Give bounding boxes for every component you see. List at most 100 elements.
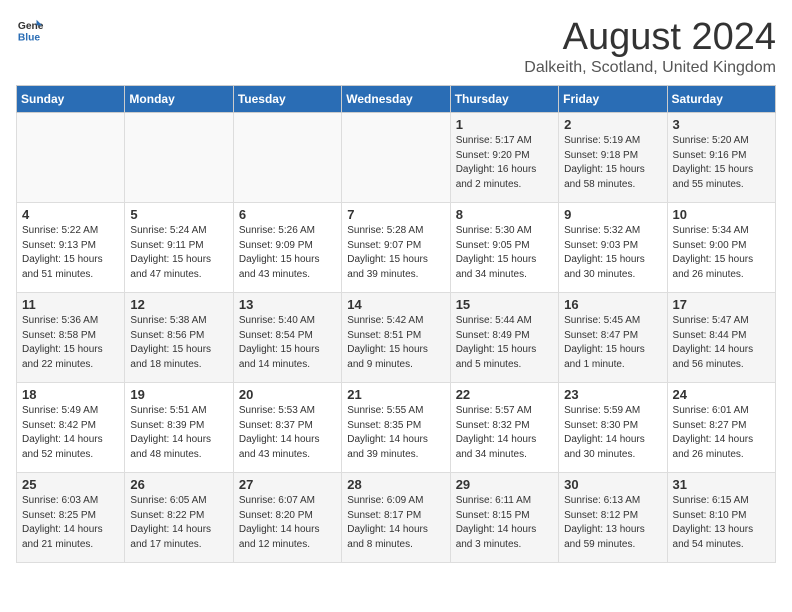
calendar-cell: 1Sunrise: 5:17 AM Sunset: 9:20 PM Daylig… — [450, 113, 558, 203]
calendar-cell — [342, 113, 450, 203]
day-info: Sunrise: 6:13 AM Sunset: 8:12 PM Dayligh… — [564, 494, 661, 552]
header: General Blue August 2024 Dalkeith, Scotl… — [16, 16, 776, 77]
day-info: Sunrise: 6:11 AM Sunset: 8:15 PM Dayligh… — [456, 494, 553, 552]
day-info: Sunrise: 5:34 AM Sunset: 9:00 PM Dayligh… — [673, 224, 770, 282]
calendar-cell: 30 Sunrise: 6:13 AM Sunset: 8:12 PM Dayli… — [559, 473, 667, 563]
weekday-header-saturday: Saturday — [667, 86, 775, 113]
weekday-header-thursday: Thursday — [450, 86, 558, 113]
weekday-header-monday: Monday — [125, 86, 233, 113]
day-info: Sunrise: 5:55 AM Sunset: 8:35 PM Dayligh… — [347, 404, 444, 462]
calendar-cell: 24 Sunrise: 6:01 AM Sunset: 8:27 PM Dayli… — [667, 383, 775, 473]
calendar-cell: 19 Sunrise: 5:51 AM Sunset: 8:39 PM Dayli… — [125, 383, 233, 473]
calendar-cell: 25Sunrise: 6:03 AM Sunset: 8:25 PM Dayli… — [17, 473, 125, 563]
calendar-cell: 26 Sunrise: 6:05 AM Sunset: 8:22 PM Dayli… — [125, 473, 233, 563]
calendar-cell: 15 Sunrise: 5:44 AM Sunset: 8:49 PM Dayli… — [450, 293, 558, 383]
day-info: Sunrise: 5:57 AM Sunset: 8:32 PM Dayligh… — [456, 404, 553, 462]
svg-text:Blue: Blue — [18, 32, 41, 43]
day-info: Sunrise: 6:01 AM Sunset: 8:27 PM Dayligh… — [673, 404, 770, 462]
weekday-header-wednesday: Wednesday — [342, 86, 450, 113]
day-number: 8 — [456, 207, 553, 222]
day-number: 5 — [130, 207, 227, 222]
day-number: 26 — [130, 477, 227, 492]
day-number: 6 — [239, 207, 336, 222]
logo: General Blue — [16, 16, 44, 44]
day-info: Sunrise: 5:38 AM Sunset: 8:56 PM Dayligh… — [130, 314, 227, 372]
week-row-4: 18Sunrise: 5:49 AM Sunset: 8:42 PM Dayli… — [17, 383, 776, 473]
day-info: Sunrise: 5:19 AM Sunset: 9:18 PM Dayligh… — [564, 134, 661, 192]
calendar-cell: 14Sunrise: 5:42 AM Sunset: 8:51 PM Dayli… — [342, 293, 450, 383]
calendar-cell: 6 Sunrise: 5:26 AM Sunset: 9:09 PM Daylig… — [233, 203, 341, 293]
day-number: 24 — [673, 387, 770, 402]
day-number: 3 — [673, 117, 770, 132]
day-number: 19 — [130, 387, 227, 402]
svg-text:General: General — [18, 21, 44, 32]
day-number: 30 — [564, 477, 661, 492]
weekday-header-row: SundayMondayTuesdayWednesdayThursdayFrid… — [17, 86, 776, 113]
day-info: Sunrise: 5:32 AM Sunset: 9:03 PM Dayligh… — [564, 224, 661, 282]
day-info: Sunrise: 5:24 AM Sunset: 9:11 PM Dayligh… — [130, 224, 227, 282]
calendar-cell: 10 Sunrise: 5:34 AM Sunset: 9:00 PM Dayli… — [667, 203, 775, 293]
title-area: August 2024 Dalkeith, Scotland, United K… — [524, 16, 776, 77]
calendar-cell — [125, 113, 233, 203]
day-number: 10 — [673, 207, 770, 222]
calendar-cell: 20Sunrise: 5:53 AM Sunset: 8:37 PM Dayli… — [233, 383, 341, 473]
calendar-cell: 9 Sunrise: 5:32 AM Sunset: 9:03 PM Daylig… — [559, 203, 667, 293]
day-number: 18 — [22, 387, 119, 402]
day-info: Sunrise: 6:09 AM Sunset: 8:17 PM Dayligh… — [347, 494, 444, 552]
day-number: 15 — [456, 297, 553, 312]
day-info: Sunrise: 5:44 AM Sunset: 8:49 PM Dayligh… — [456, 314, 553, 372]
calendar-cell: 17 Sunrise: 5:47 AM Sunset: 8:44 PM Dayli… — [667, 293, 775, 383]
weekday-header-sunday: Sunday — [17, 86, 125, 113]
calendar-cell: 13 Sunrise: 5:40 AM Sunset: 8:54 PM Dayli… — [233, 293, 341, 383]
day-info: Sunrise: 5:45 AM Sunset: 8:47 PM Dayligh… — [564, 314, 661, 372]
day-info: Sunrise: 5:59 AM Sunset: 8:30 PM Dayligh… — [564, 404, 661, 462]
day-number: 27 — [239, 477, 336, 492]
calendar-cell: 22 Sunrise: 5:57 AM Sunset: 8:32 PM Dayli… — [450, 383, 558, 473]
week-row-2: 4Sunrise: 5:22 AM Sunset: 9:13 PM Daylig… — [17, 203, 776, 293]
week-row-3: 11Sunrise: 5:36 AM Sunset: 8:58 PM Dayli… — [17, 293, 776, 383]
day-number: 31 — [673, 477, 770, 492]
day-info: Sunrise: 5:17 AM Sunset: 9:20 PM Dayligh… — [456, 134, 553, 192]
day-info: Sunrise: 5:47 AM Sunset: 8:44 PM Dayligh… — [673, 314, 770, 372]
location-title: Dalkeith, Scotland, United Kingdom — [524, 59, 776, 77]
day-info: Sunrise: 6:15 AM Sunset: 8:10 PM Dayligh… — [673, 494, 770, 552]
day-number: 13 — [239, 297, 336, 312]
day-info: Sunrise: 6:07 AM Sunset: 8:20 PM Dayligh… — [239, 494, 336, 552]
day-number: 9 — [564, 207, 661, 222]
calendar-cell: 28 Sunrise: 6:09 AM Sunset: 8:17 PM Dayli… — [342, 473, 450, 563]
calendar-cell: 3Sunrise: 5:20 AM Sunset: 9:16 PM Daylig… — [667, 113, 775, 203]
calendar-cell: 11Sunrise: 5:36 AM Sunset: 8:58 PM Dayli… — [17, 293, 125, 383]
calendar-cell: 16Sunrise: 5:45 AM Sunset: 8:47 PM Dayli… — [559, 293, 667, 383]
day-info: Sunrise: 5:30 AM Sunset: 9:05 PM Dayligh… — [456, 224, 553, 282]
calendar-cell: 2 Sunrise: 5:19 AM Sunset: 9:18 PM Daylig… — [559, 113, 667, 203]
calendar-cell: 21 Sunrise: 5:55 AM Sunset: 8:35 PM Dayli… — [342, 383, 450, 473]
day-info: Sunrise: 5:26 AM Sunset: 9:09 PM Dayligh… — [239, 224, 336, 282]
day-number: 2 — [564, 117, 661, 132]
weekday-header-tuesday: Tuesday — [233, 86, 341, 113]
calendar-cell: 7 Sunrise: 5:28 AM Sunset: 9:07 PM Daylig… — [342, 203, 450, 293]
week-row-5: 25Sunrise: 6:03 AM Sunset: 8:25 PM Dayli… — [17, 473, 776, 563]
logo-icon: General Blue — [16, 16, 44, 44]
week-row-1: 1Sunrise: 5:17 AM Sunset: 9:20 PM Daylig… — [17, 113, 776, 203]
day-info: Sunrise: 5:51 AM Sunset: 8:39 PM Dayligh… — [130, 404, 227, 462]
day-info: Sunrise: 6:05 AM Sunset: 8:22 PM Dayligh… — [130, 494, 227, 552]
day-number: 22 — [456, 387, 553, 402]
calendar-cell — [17, 113, 125, 203]
calendar-table: SundayMondayTuesdayWednesdayThursdayFrid… — [16, 85, 776, 563]
day-info: Sunrise: 5:53 AM Sunset: 8:37 PM Dayligh… — [239, 404, 336, 462]
day-info: Sunrise: 5:28 AM Sunset: 9:07 PM Dayligh… — [347, 224, 444, 282]
day-number: 21 — [347, 387, 444, 402]
day-number: 28 — [347, 477, 444, 492]
day-number: 7 — [347, 207, 444, 222]
calendar-cell: 18Sunrise: 5:49 AM Sunset: 8:42 PM Dayli… — [17, 383, 125, 473]
day-number: 17 — [673, 297, 770, 312]
day-number: 14 — [347, 297, 444, 312]
weekday-header-friday: Friday — [559, 86, 667, 113]
day-info: Sunrise: 5:40 AM Sunset: 8:54 PM Dayligh… — [239, 314, 336, 372]
calendar-cell: 4Sunrise: 5:22 AM Sunset: 9:13 PM Daylig… — [17, 203, 125, 293]
day-info: Sunrise: 6:03 AM Sunset: 8:25 PM Dayligh… — [22, 494, 119, 552]
day-number: 4 — [22, 207, 119, 222]
calendar-cell: 5 Sunrise: 5:24 AM Sunset: 9:11 PM Daylig… — [125, 203, 233, 293]
calendar-cell: 12Sunrise: 5:38 AM Sunset: 8:56 PM Dayli… — [125, 293, 233, 383]
month-title: August 2024 — [524, 16, 776, 59]
